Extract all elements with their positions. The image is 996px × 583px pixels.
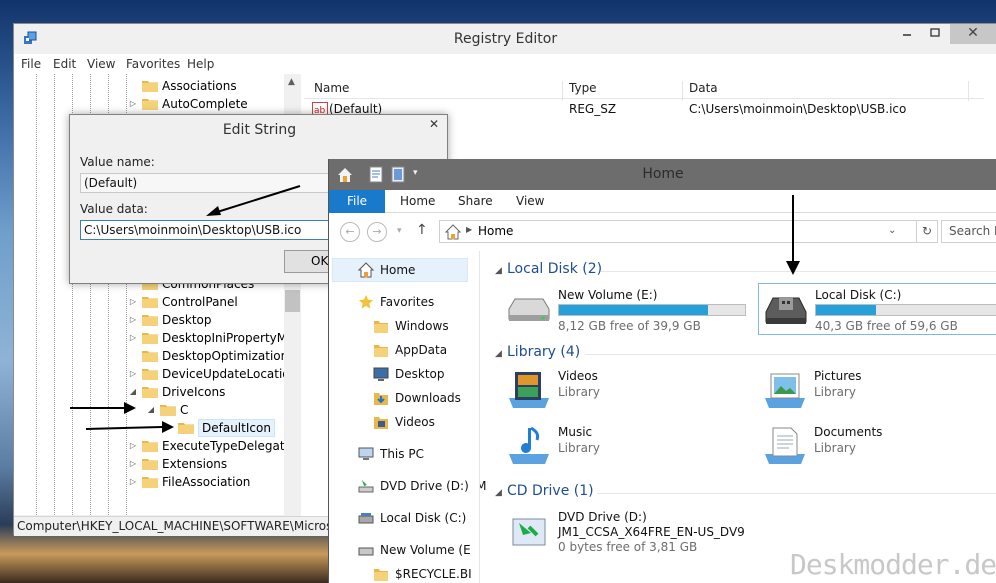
value-data-field[interactable]: C:\Users\moinmoin\Desktop\USB.ico xyxy=(80,220,370,240)
value-data: C:\Users\moinmoin\Desktop\USB.ico xyxy=(689,102,907,116)
search-input[interactable]: Search H xyxy=(941,220,996,243)
up-button[interactable]: ↑ xyxy=(416,222,428,238)
drive-usage-bar xyxy=(815,304,996,316)
address-row: ← → ▾ ↑ ▶ Home ⌄ ↻ Search H xyxy=(329,214,996,250)
folder-icon xyxy=(373,342,389,358)
menu-edit[interactable]: Edit xyxy=(53,57,76,71)
registry-title: Registry Editor xyxy=(453,31,558,47)
folder-icon xyxy=(160,403,176,416)
group-local-disk[interactable]: ◢ Local Disk (2) xyxy=(495,261,602,277)
downloads-icon xyxy=(373,390,389,406)
collapse-icon[interactable]: ◢ xyxy=(495,488,507,498)
folder-icon xyxy=(142,79,158,92)
disk-icon xyxy=(358,542,374,558)
drive-usage-fill xyxy=(559,305,708,315)
column-type[interactable]: Type xyxy=(569,81,597,95)
value-type: REG_SZ xyxy=(569,102,617,116)
folder-icon xyxy=(142,349,158,362)
scroll-up-icon[interactable]: ▲ xyxy=(288,77,295,87)
folder-icon xyxy=(178,421,194,434)
library-tile-music[interactable]: Music Library xyxy=(505,422,735,474)
library-tile-pictures[interactable]: Pictures Library xyxy=(761,366,991,418)
values-header: Name Type Data xyxy=(304,78,984,101)
library-tile-videos[interactable]: Videos Library xyxy=(505,366,735,418)
forward-button[interactable]: → xyxy=(367,222,387,242)
star-icon xyxy=(358,294,374,310)
tab-file[interactable]: File xyxy=(329,190,385,213)
watermark: Deskmodder.de xyxy=(790,548,996,581)
home-location-icon xyxy=(445,224,461,240)
desktop-icon xyxy=(373,366,389,382)
cd-drive-tile[interactable]: DVD Drive (D:) JM1_CCSA_X64FRE_EN-US_DV9… xyxy=(505,507,805,559)
home-icon xyxy=(358,262,374,278)
value-name-label: Value name: xyxy=(80,155,155,169)
documents-library-icon xyxy=(761,424,809,468)
hard-drive-icon xyxy=(505,287,553,331)
explorer-title-bar[interactable]: ▾ Home xyxy=(329,159,996,190)
group-cd-drive[interactable]: ◢ CD Drive (1) xyxy=(495,483,594,499)
menu-view[interactable]: View xyxy=(87,57,115,71)
folder-icon xyxy=(142,457,158,470)
ribbon-tabs: File Home Share View xyxy=(329,190,996,213)
folder-icon xyxy=(142,295,158,308)
column-name[interactable]: Name xyxy=(314,81,349,95)
folder-icon xyxy=(142,385,158,398)
folder-icon xyxy=(142,331,158,344)
column-data[interactable]: Data xyxy=(689,81,718,95)
close-button[interactable]: ✕ xyxy=(950,24,996,44)
folder-icon xyxy=(142,313,158,326)
address-bar[interactable]: ▶ Home ⌄ xyxy=(439,220,917,243)
library-tile-documents[interactable]: Documents Library xyxy=(761,422,991,474)
menu-favorites[interactable]: Favorites xyxy=(126,57,180,71)
tab-home[interactable]: Home xyxy=(400,194,435,208)
menu-bar: File Edit View Favorites Help xyxy=(14,54,996,74)
folder-icon xyxy=(142,475,158,488)
nav-scrollbar[interactable] xyxy=(471,251,479,583)
explorer-window: ▾ Home File Home Share View ← → ▾ ↑ ▶ Ho… xyxy=(328,159,996,583)
maximize-button[interactable] xyxy=(922,24,948,44)
address-text: Home xyxy=(478,224,514,238)
dialog-close-button[interactable]: ✕ xyxy=(422,117,446,133)
dvd-drive-icon xyxy=(505,509,553,553)
nav-divider xyxy=(479,251,480,583)
computer-icon xyxy=(358,446,374,462)
collapse-icon[interactable]: ◢ xyxy=(495,266,507,276)
address-dropdown-icon[interactable]: ⌄ xyxy=(888,225,896,236)
usb-drive-icon xyxy=(763,288,811,332)
dialog-title: Edit String xyxy=(222,122,297,138)
drive-usage-bar xyxy=(558,304,746,316)
folder-icon xyxy=(142,97,158,110)
drive-tile-e[interactable]: New Volume (E:) 8,12 GB free of 39,9 GB xyxy=(505,285,750,337)
tab-view[interactable]: View xyxy=(516,194,544,208)
collapse-icon[interactable]: ◢ xyxy=(495,349,507,359)
disk-icon xyxy=(358,510,374,526)
music-library-icon xyxy=(505,424,553,468)
minimize-button[interactable] xyxy=(894,24,920,44)
folder-icon xyxy=(373,318,389,334)
folder-icon xyxy=(142,367,158,380)
refresh-button[interactable]: ↻ xyxy=(917,220,938,243)
tree-scroll-thumb[interactable] xyxy=(285,290,300,312)
videos-icon xyxy=(373,414,389,430)
navigation-pane: Home Favorites Windows AppData Desktop D… xyxy=(329,251,486,583)
drive-usage-fill xyxy=(816,305,876,315)
registry-title-bar[interactable]: Registry Editor ✕ xyxy=(14,24,996,54)
menu-help[interactable]: Help xyxy=(187,57,214,71)
folder-icon xyxy=(373,566,389,582)
menu-file[interactable]: File xyxy=(21,57,41,71)
folder-icon xyxy=(142,439,158,452)
tab-share[interactable]: Share xyxy=(458,194,493,208)
breadcrumb-separator-icon: ▶ xyxy=(466,225,473,234)
videos-library-icon xyxy=(505,368,553,412)
recent-locations-icon[interactable]: ▾ xyxy=(397,226,402,236)
explorer-title: Home xyxy=(642,166,684,182)
value-name-field[interactable]: (Default) xyxy=(80,173,370,193)
drive-tile-c[interactable]: Local Disk (C:) 40,3 GB free of 59,6 GB xyxy=(758,283,996,335)
pictures-library-icon xyxy=(761,368,809,412)
back-button[interactable]: ← xyxy=(340,222,360,242)
dvd-icon xyxy=(358,478,374,494)
value-data-label: Value data: xyxy=(80,202,148,216)
group-library[interactable]: ◢ Library (4) xyxy=(495,344,580,360)
